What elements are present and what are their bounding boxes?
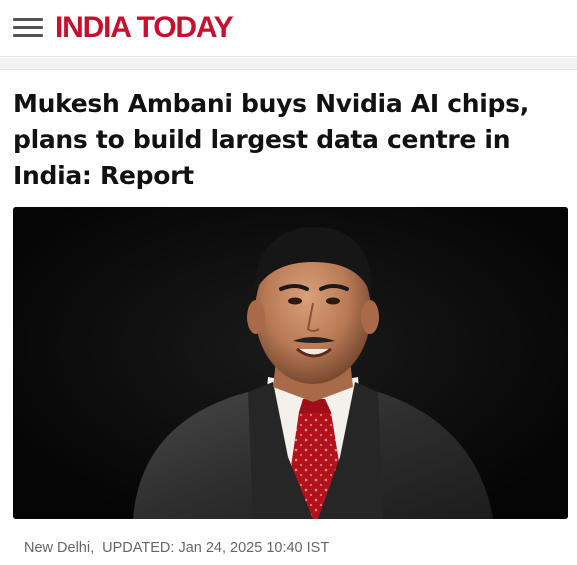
article-location: New Delhi: [24, 540, 91, 556]
site-logo[interactable]: INDIA TODAY: [55, 11, 234, 45]
hamburger-menu-icon[interactable]: [13, 17, 43, 39]
site-header: INDIA TODAY: [0, 0, 577, 57]
brand-name: INDIA TODAY: [55, 11, 234, 44]
article-hero-image[interactable]: [13, 207, 568, 519]
article-meta: New Delhi, UPDATED: Jan 24, 2025 10:40 I…: [24, 540, 330, 556]
updated-timestamp: Jan 24, 2025 10:40 IST: [178, 540, 330, 556]
header-separator: [0, 58, 577, 70]
updated-label: UPDATED:: [102, 540, 175, 556]
article-headline: Mukesh Ambani buys Nvidia AI chips, plan…: [13, 89, 529, 190]
